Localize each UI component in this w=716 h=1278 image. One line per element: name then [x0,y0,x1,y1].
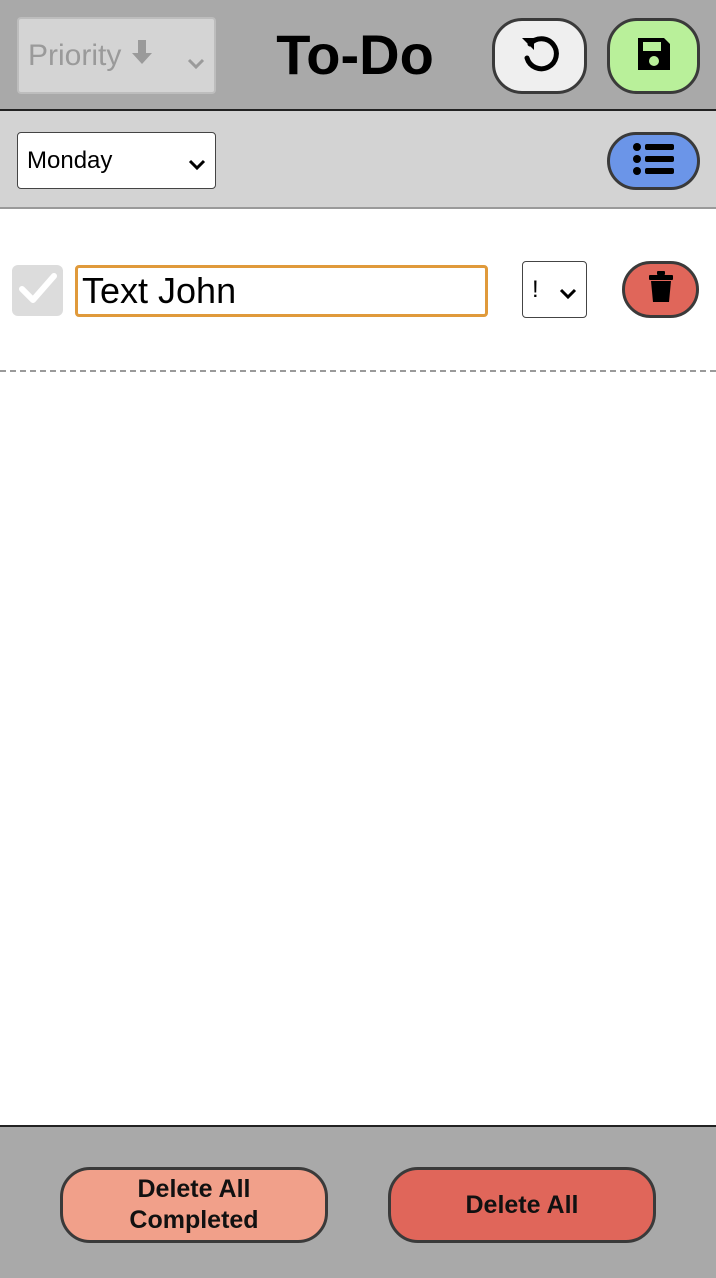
list-divider [0,370,716,372]
chevron-down-icon [558,280,578,308]
top-bar: Priority To-Do [0,0,716,111]
task-text-input[interactable] [75,265,488,317]
floppy-disk-icon [636,36,672,77]
task-checkbox[interactable] [12,265,63,316]
list-icon [632,142,676,181]
trash-icon [648,271,674,308]
page-title: To-Do [276,23,434,86]
task-row: ! [0,209,716,371]
sort-select[interactable]: Priority [17,17,216,94]
delete-all-button[interactable]: Delete All [388,1167,656,1243]
chevron-down-icon [186,45,206,79]
priority-select-value: ! [532,275,539,303]
list-view-button[interactable] [607,132,700,190]
day-select-value: Monday [27,146,113,174]
day-select[interactable]: Monday [17,132,216,189]
delete-all-completed-button[interactable]: Delete All Completed [60,1167,328,1243]
save-button[interactable] [607,18,700,94]
chevron-down-icon [187,151,207,179]
priority-select[interactable]: ! [522,261,587,318]
sort-select-label: Priority [28,38,122,72]
checkmark-icon [18,272,57,309]
arrow-down-icon [131,38,153,74]
footer-bar: Delete All Completed Delete All [0,1125,716,1278]
delete-all-completed-label: Delete All Completed [129,1175,259,1234]
delete-all-label: Delete All [465,1190,579,1219]
undo-button[interactable] [492,18,587,94]
day-toolbar: Monday [0,111,716,209]
undo-icon [518,32,562,81]
delete-task-button[interactable] [622,261,699,318]
